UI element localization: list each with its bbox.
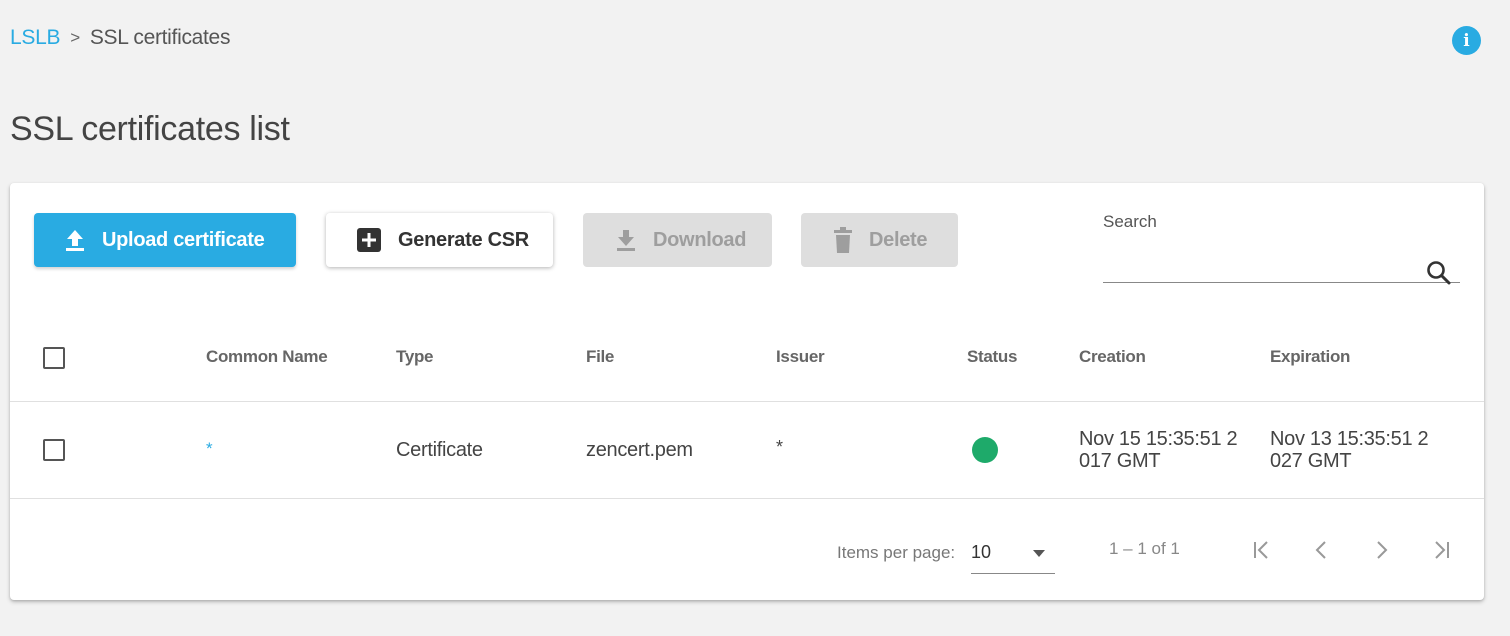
cell-expiration-line2: 027 GMT [1270, 450, 1352, 472]
upload-certificate-button[interactable]: Upload certificate [34, 213, 296, 267]
column-header-type[interactable]: Type [396, 347, 434, 367]
column-header-common-name[interactable]: Common Name [206, 347, 328, 367]
search-field: Search [1103, 210, 1460, 285]
cell-type: Certificate [396, 439, 483, 461]
paginator-range: 1 – 1 of 1 [1109, 539, 1180, 558]
column-header-issuer[interactable]: Issuer [776, 347, 825, 367]
row-checkbox[interactable] [43, 439, 65, 461]
upload-certificate-label: Upload certificate [102, 228, 265, 251]
breadcrumb-separator: > [70, 28, 80, 47]
first-page-icon[interactable] [1247, 535, 1277, 565]
download-label: Download [653, 228, 747, 251]
search-input[interactable] [1103, 242, 1413, 282]
download-button[interactable]: Download [583, 213, 772, 267]
last-page-icon[interactable] [1426, 535, 1456, 565]
page-title: SSL certificates list [10, 110, 290, 148]
generate-csr-button[interactable]: Generate CSR [326, 213, 553, 267]
column-header-expiration[interactable]: Expiration [1270, 347, 1350, 367]
cell-expiration-line1: Nov 13 15:35:51 2 [1270, 428, 1429, 450]
previous-page-icon[interactable] [1307, 535, 1337, 565]
dropdown-arrow-icon [1033, 550, 1045, 557]
breadcrumb: LSLB > SSL certificates [10, 26, 230, 50]
info-icon[interactable]: i [1452, 26, 1481, 55]
add-box-icon [356, 227, 382, 253]
delete-button[interactable]: Delete [801, 213, 958, 267]
cell-creation-line1: Nov 15 15:35:51 2 [1079, 428, 1238, 450]
generate-csr-label: Generate CSR [398, 228, 529, 251]
delete-label: Delete [869, 228, 928, 251]
cell-file: zencert.pem [586, 439, 693, 461]
next-page-icon[interactable] [1366, 535, 1396, 565]
cell-creation: Nov 15 15:35:51 2 017 GMT [1079, 428, 1238, 472]
upload-icon [64, 228, 86, 252]
cell-creation-line2: 017 GMT [1079, 450, 1161, 472]
items-per-page-select[interactable]: 10 [971, 538, 1055, 574]
column-header-status[interactable]: Status [967, 347, 1017, 367]
breadcrumb-current: SSL certificates [89, 26, 231, 49]
search-label: Search [1103, 212, 1157, 231]
breadcrumb-link-lslb[interactable]: LSLB [10, 26, 60, 50]
cell-expiration: Nov 13 15:35:51 2 027 GMT [1270, 428, 1429, 472]
select-all-checkbox[interactable] [43, 347, 65, 369]
cell-common-name[interactable]: * [206, 439, 213, 459]
trash-icon [833, 227, 853, 253]
download-icon [615, 228, 637, 252]
items-per-page-value: 10 [971, 542, 992, 562]
column-header-file[interactable]: File [586, 347, 614, 367]
row-divider [10, 498, 1484, 499]
status-indicator [972, 437, 998, 463]
certificates-card: Upload certificate Generate CSR Download… [10, 183, 1484, 600]
search-underline [1103, 282, 1460, 283]
cell-issuer: * [776, 437, 783, 457]
search-icon[interactable] [1426, 260, 1452, 291]
items-per-page-label: Items per page: [837, 543, 956, 562]
header-divider [10, 401, 1484, 402]
column-header-creation[interactable]: Creation [1079, 347, 1146, 367]
items-per-page-underline [971, 573, 1055, 574]
